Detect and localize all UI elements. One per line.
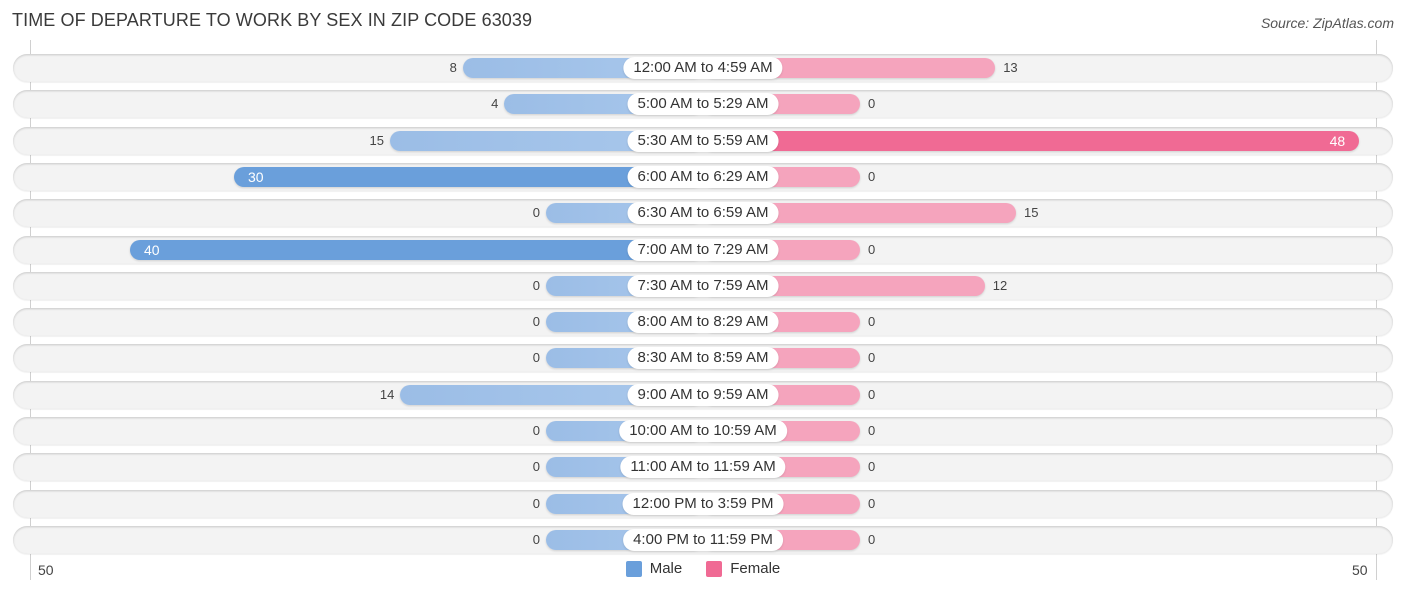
value-label-male: 8: [449, 60, 457, 75]
value-label-female: 0: [868, 532, 876, 547]
value-label-male: 0: [532, 205, 540, 220]
value-label-male: 14: [379, 387, 395, 402]
bar-male[interactable]: [130, 240, 703, 260]
category-label: 11:00 AM to 11:59 AM: [620, 456, 786, 478]
category-label: 6:30 AM to 6:59 AM: [627, 202, 779, 224]
legend: Male Female: [0, 560, 1406, 577]
value-label-male: 15: [369, 133, 384, 148]
value-label-female: 0: [868, 242, 876, 257]
category-label: 12:00 AM to 4:59 AM: [623, 57, 783, 79]
legend-item-male[interactable]: Male: [625, 560, 683, 577]
source-attribution: Source: ZipAtlas.com: [1260, 15, 1394, 31]
value-label-female: 0: [868, 423, 876, 438]
value-label-male: 0: [532, 532, 540, 547]
category-label: 4:00 PM to 11:59 PM: [623, 529, 783, 551]
value-label-male: 4: [491, 96, 499, 111]
value-label-female: 0: [868, 387, 876, 402]
value-label-male: 0: [532, 278, 540, 293]
value-label-female: 0: [868, 96, 876, 111]
value-label-male: 0: [532, 459, 540, 474]
category-label: 12:00 PM to 3:59 PM: [622, 493, 784, 515]
category-label: 9:00 AM to 9:59 AM: [627, 384, 779, 406]
value-label-female: 15: [1024, 205, 1039, 220]
value-label-male: 0: [532, 314, 540, 329]
category-label: 7:00 AM to 7:29 AM: [627, 239, 779, 261]
category-label: 5:30 AM to 5:59 AM: [627, 130, 779, 152]
value-label-female: 12: [992, 278, 1008, 293]
category-label: 7:30 AM to 7:59 AM: [627, 275, 779, 297]
value-label-male: 0: [532, 350, 540, 365]
category-label: 8:30 AM to 8:59 AM: [627, 347, 779, 369]
value-label-male: 0: [532, 423, 540, 438]
value-label-female: 0: [868, 314, 876, 329]
value-label-female: 0: [868, 496, 876, 511]
category-label: 6:00 AM to 6:29 AM: [627, 166, 779, 188]
legend-item-female[interactable]: Female: [706, 560, 780, 577]
value-label-female: 48: [1329, 133, 1346, 149]
category-label: 5:00 AM to 5:29 AM: [627, 93, 779, 115]
legend-swatch-female: [706, 560, 723, 577]
value-label-male: 40: [144, 242, 160, 258]
value-label-female: 0: [868, 459, 876, 474]
value-label-female: 13: [1003, 60, 1018, 75]
legend-label-male: Male: [649, 560, 683, 577]
value-label-female: 0: [868, 350, 876, 365]
category-label: 10:00 AM to 10:59 AM: [619, 420, 787, 442]
value-label-male: 30: [248, 169, 264, 185]
legend-label-female: Female: [730, 560, 781, 577]
category-label: 8:00 AM to 8:29 AM: [627, 311, 779, 333]
legend-swatch-male: [625, 560, 642, 577]
chart-title: TIME OF DEPARTURE TO WORK BY SEX IN ZIP …: [12, 10, 533, 30]
value-label-female: 0: [868, 169, 876, 184]
bar-female[interactable]: [703, 131, 1360, 151]
value-label-male: 0: [532, 496, 540, 511]
